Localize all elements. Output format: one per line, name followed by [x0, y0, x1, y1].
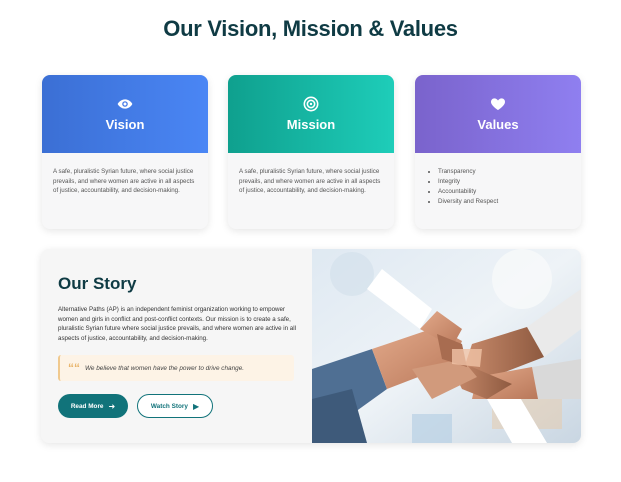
- vision-text: A safe, pluralistic Syrian future, where…: [53, 168, 195, 195]
- vision-card-header: Vision: [42, 75, 208, 153]
- story-title: Our Story: [58, 274, 137, 293]
- values-item: Diversity and Respect: [438, 197, 570, 207]
- values-list-wrap: Transparency Integrity Accountability Di…: [415, 153, 581, 207]
- watch-story-button[interactable]: Watch Story ▶: [137, 394, 213, 418]
- read-more-button[interactable]: Read More ➜: [58, 394, 128, 418]
- mission-title: Mission: [286, 117, 336, 132]
- mission-card: Mission A safe, pluralistic Syrian futur…: [228, 75, 394, 229]
- arrow-right-icon: ➜: [108, 401, 116, 411]
- story-section: Our Story Alternative Paths (AP) is an i…: [41, 249, 581, 443]
- read-more-label: Read More: [70, 402, 104, 410]
- vision-card: Vision A safe, pluralistic Syrian future…: [42, 75, 208, 229]
- target-icon: [303, 96, 319, 112]
- eye-icon: [117, 99, 133, 109]
- values-item: Accountability: [438, 187, 570, 197]
- mission-text: A safe, pluralistic Syrian future, where…: [239, 168, 381, 195]
- hands-together-photo: [312, 249, 581, 443]
- mission-card-header: Mission: [228, 75, 394, 153]
- values-item: Integrity: [438, 177, 570, 187]
- play-icon: ▶: [192, 401, 200, 411]
- story-text: Alternative Paths (AP) is an independent…: [58, 306, 296, 342]
- heart-icon: [490, 98, 506, 110]
- quote-icon: ““: [68, 361, 80, 375]
- values-list: Transparency Integrity Accountability Di…: [426, 167, 570, 207]
- values-card: Values Transparency Integrity Accountabi…: [415, 75, 581, 229]
- story-content: Our Story Alternative Paths (AP) is an i…: [41, 249, 312, 443]
- watch-story-label: Watch Story: [150, 402, 188, 410]
- page-title: Our Vision, Mission & Values: [163, 16, 458, 41]
- vision-title: Vision: [105, 117, 145, 132]
- values-card-header: Values: [415, 75, 581, 153]
- story-quote: ““ We believe that women have the power …: [58, 355, 294, 381]
- values-title: Values: [477, 117, 519, 132]
- quote-text: We believe that women have the power to …: [85, 364, 245, 372]
- values-item: Transparency: [438, 167, 570, 177]
